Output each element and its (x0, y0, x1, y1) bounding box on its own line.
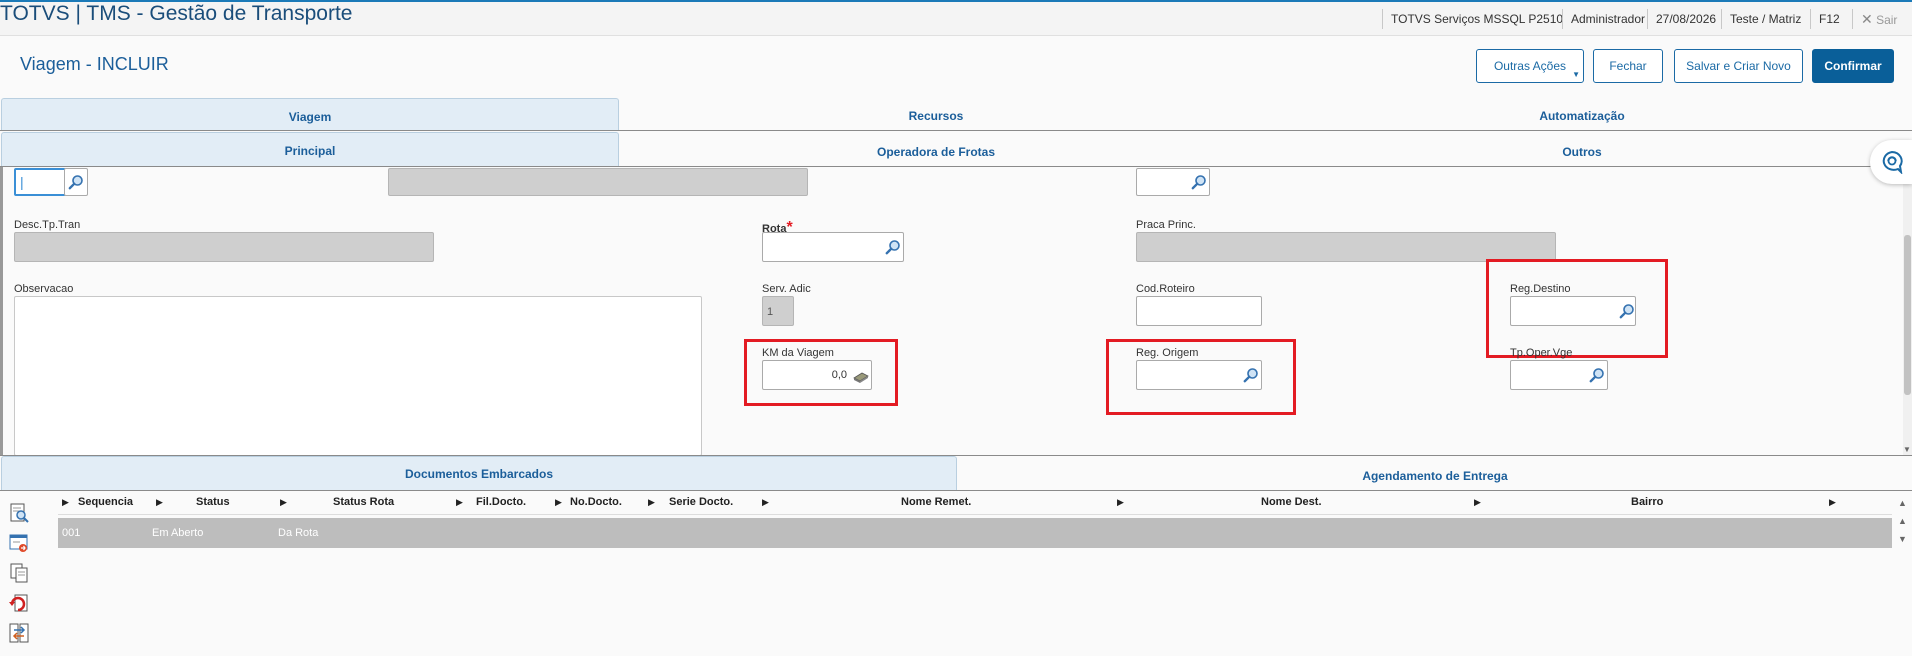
grid-col-nome-remet[interactable]: Nome Remet. (901, 496, 971, 508)
chat-assistant-button[interactable] (1870, 140, 1912, 184)
grid-top-divider (0, 490, 1912, 491)
exit-button[interactable]: ✕ Sair (1852, 9, 1911, 29)
observacao-label: Observacao (14, 283, 74, 295)
subtab-divider (0, 166, 1912, 167)
dropdown-caret-icon: ▼ (1572, 70, 1580, 79)
magnifier-icon (1191, 175, 1206, 190)
column-marker-icon: ▶ (62, 497, 69, 507)
grid-col-status-rota[interactable]: Status Rota (333, 496, 394, 508)
tab-recursos[interactable]: Recursos (620, 98, 1252, 130)
tab-agendamento-entrega[interactable]: Agendamento de Entrega (958, 458, 1912, 490)
tp-oper-vge-label: Tp.Oper.Vge (1510, 347, 1573, 359)
app-title: TOTVS | TMS - Gestão de Transporte (0, 2, 353, 25)
column-sort-icon[interactable]: ▶ (280, 497, 287, 508)
confirm-button[interactable]: Confirmar (1812, 49, 1894, 83)
tab-outros[interactable]: Outros (1252, 134, 1912, 166)
save-and-new-button[interactable]: Salvar e Criar Novo (1674, 49, 1803, 83)
km-viagem-input[interactable]: 0,0 (762, 360, 872, 390)
form-scrollbar[interactable]: ▼ (1903, 167, 1912, 455)
praca-princ-field (1136, 232, 1556, 262)
column-sort-icon[interactable]: ▶ (555, 497, 562, 508)
reg-destino-input[interactable] (1510, 296, 1636, 326)
grid-col-nome-dest[interactable]: Nome Dest. (1261, 496, 1322, 508)
chat-assistant-icon (1882, 150, 1903, 174)
column-sort-icon[interactable]: ▶ (762, 497, 769, 508)
cod-roteiro-input[interactable] (1136, 296, 1262, 326)
magnifier-icon (1243, 368, 1258, 383)
scroll-down-icon[interactable]: ▼ (1903, 445, 1911, 454)
reg-origem-input[interactable] (1136, 360, 1262, 390)
reg-destino-label: Reg.Destino (1510, 283, 1571, 295)
praca-princ-label: Praca Princ. (1136, 219, 1196, 231)
other-actions-button[interactable]: Outras Ações ▼ (1476, 49, 1584, 83)
rota-input[interactable] (762, 232, 904, 262)
cell-status-rota: Da Rota (278, 527, 319, 539)
f12-button[interactable]: F12 (1810, 9, 1840, 29)
code-input[interactable]: | (14, 168, 66, 196)
view-document-icon[interactable] (8, 502, 30, 524)
desc-tp-tran-label: Desc.Tp.Tran (14, 219, 81, 231)
magnifier-icon (1589, 368, 1604, 383)
server-info: TOTVS Serviços MSSQL P2510 (1382, 9, 1563, 29)
branch-selector[interactable]: Teste / Matriz (1721, 9, 1801, 29)
cod-roteiro-label: Cod.Roteiro (1136, 283, 1195, 295)
undo-document-icon[interactable] (8, 592, 30, 614)
window-export-icon[interactable] (8, 532, 30, 554)
scroll-top-icon[interactable]: ▲ (1898, 494, 1907, 512)
grid-col-sequencia[interactable]: Sequencia (78, 496, 133, 508)
exit-label: Sair (1876, 13, 1898, 27)
grid-col-serie-docto[interactable]: Serie Docto. (669, 496, 733, 508)
transfer-icon[interactable] (8, 622, 30, 644)
column-sort-icon[interactable]: ▶ (1474, 497, 1481, 508)
grid-col-fil-docto[interactable]: Fil.Docto. (476, 496, 526, 508)
form-left-border (0, 167, 3, 455)
page-title: Viagem - INCLUIR (20, 54, 169, 74)
magnifier-icon (68, 175, 83, 190)
magnifier-icon (1619, 304, 1634, 319)
km-viagem-label: KM da Viagem (762, 347, 834, 359)
tp-oper-vge-input[interactable] (1510, 360, 1608, 390)
tab-viagem[interactable]: Viagem (1, 98, 619, 130)
observacao-textarea[interactable] (14, 296, 702, 456)
column-sort-icon[interactable]: ▶ (1117, 497, 1124, 508)
other-actions-label: Outras Ações (1493, 59, 1567, 73)
cell-sequencia: 001 (62, 527, 81, 539)
calculator-icon (853, 372, 869, 383)
reg-origem-label: Reg. Origem (1136, 347, 1199, 359)
magnifier-icon (885, 240, 900, 255)
code-lookup-button[interactable] (64, 168, 88, 196)
serv-adic-field: 1 (762, 296, 794, 326)
scroll-down-icon[interactable]: ▼ (1898, 530, 1907, 548)
column-sort-icon[interactable]: ▶ (1829, 497, 1836, 508)
column-sort-icon[interactable]: ▶ (648, 497, 655, 508)
grid-col-bairro[interactable]: Bairro (1631, 496, 1663, 508)
tab-divider (0, 130, 1912, 131)
user-name[interactable]: Administrador (1562, 9, 1645, 29)
tab-principal[interactable]: Principal (1, 132, 619, 166)
tab-automatizacao[interactable]: Automatização (1252, 98, 1912, 130)
km-viagem-value: 0,0 (831, 369, 847, 381)
grid-col-no-docto[interactable]: No.Docto. (570, 496, 622, 508)
scroll-up-icon[interactable]: ▲ (1898, 512, 1907, 530)
close-button[interactable]: Fechar (1593, 49, 1663, 83)
desc-tp-tran-field (14, 232, 434, 262)
table-row[interactable] (58, 518, 1892, 548)
serv-adic-label: Serv. Adic (762, 283, 811, 295)
cell-status: Em Aberto (152, 527, 204, 539)
tab-documentos-embarcados[interactable]: Documentos Embarcados (1, 456, 957, 490)
column-sort-icon[interactable]: ▶ (156, 497, 163, 508)
scrollbar-thumb[interactable] (1904, 235, 1911, 395)
tab-operadora-frotas[interactable]: Operadora de Frotas (620, 134, 1252, 166)
code-lookup-input-2[interactable] (1136, 168, 1210, 196)
session-date[interactable]: 27/08/2026 (1647, 9, 1716, 29)
column-sort-icon[interactable]: ▶ (456, 497, 463, 508)
close-icon: ✕ (1861, 11, 1873, 27)
grid-col-status[interactable]: Status (196, 496, 230, 508)
grid-scroll-controls[interactable]: ▲ ▲ ▼ (1898, 494, 1907, 548)
copy-documents-icon[interactable] (8, 562, 30, 584)
description-readonly (388, 168, 808, 196)
